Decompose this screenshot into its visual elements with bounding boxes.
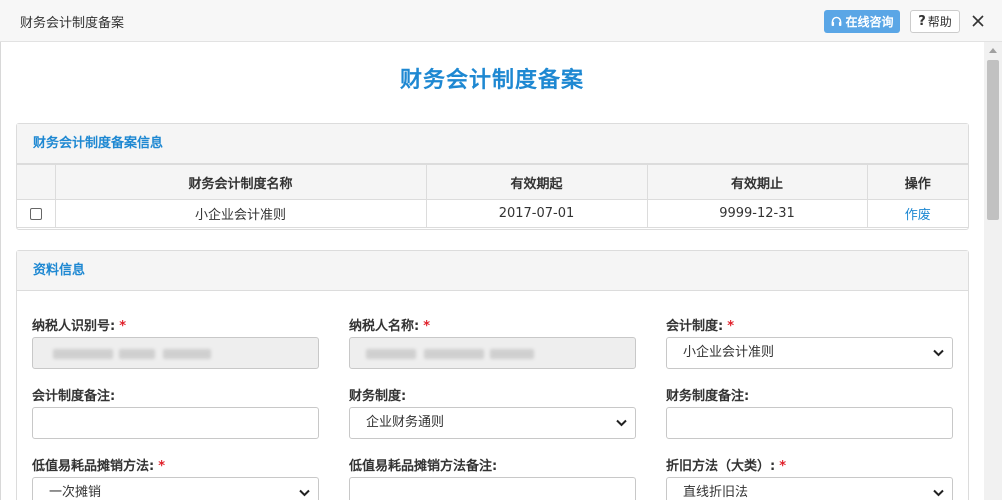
taxpayer-name-label-text: 纳税人名称:	[349, 319, 420, 334]
table-row: 小企业会计准则 2017-07-01 9999-12-31 作废	[17, 199, 968, 228]
finance-system-select[interactable]: 企业财务通则	[349, 407, 636, 439]
accounting-system-label: 会计制度: *	[666, 315, 734, 334]
redacted-value	[53, 349, 113, 359]
accounting-note-label: 会计制度备注:	[32, 389, 116, 404]
column-header-action: 操作	[866, 164, 968, 200]
column-header-end: 有效期止	[646, 164, 868, 200]
taxpayer-id-label: 纳税人识别号: *	[32, 315, 126, 334]
required-marker: *	[779, 459, 787, 474]
column-header-start: 有效期起	[425, 164, 648, 200]
chevron-down-icon	[933, 489, 944, 497]
help-label: 帮助	[927, 15, 952, 29]
page-title: 财务会计制度备案	[399, 68, 584, 93]
required-marker: *	[423, 319, 431, 334]
info-panel-title: 资料信息	[17, 251, 968, 291]
low-value-method-label: 低值易耗品摊销方法: *	[32, 455, 165, 474]
taxpayer-id-label-text: 纳税人识别号:	[32, 319, 116, 334]
finance-note-label: 财务制度备注:	[666, 389, 750, 404]
records-table: 财务会计制度名称 有效期起 有效期止 操作 小企业会计准则 2017-07-01…	[17, 164, 968, 228]
window-left-border	[0, 42, 1, 500]
required-marker: *	[727, 319, 735, 334]
required-marker: *	[158, 459, 166, 474]
close-button[interactable]	[968, 11, 988, 31]
redacted-value	[424, 349, 484, 359]
low-value-method-select[interactable]: 一次摊销	[32, 477, 319, 500]
depreciation-method-label: 折旧方法（大类）: *	[666, 455, 786, 474]
question-icon: ?	[918, 14, 926, 29]
depreciation-method-value: 直线折旧法	[683, 485, 749, 500]
accounting-system-value: 小企业会计准则	[683, 345, 775, 360]
accounting-system-select[interactable]: 小企业会计准则	[666, 337, 953, 369]
headset-icon	[832, 16, 842, 26]
depreciation-method-label-text: 折旧方法（大类）:	[666, 459, 776, 474]
finance-system-value: 企业财务通则	[366, 415, 445, 430]
accounting-system-label-text: 会计制度:	[666, 319, 724, 334]
column-header-name: 财务会计制度名称	[54, 164, 427, 200]
online-consult-label: 在线咨询	[845, 15, 894, 29]
vertical-scrollbar[interactable]	[984, 42, 1002, 500]
online-consult-button[interactable]: 在线咨询	[824, 10, 900, 33]
taxpayer-name-field[interactable]	[349, 337, 636, 369]
column-header-select	[17, 164, 56, 200]
low-value-method-value: 一次摊销	[49, 485, 102, 500]
finance-system-label: 财务制度:	[349, 389, 407, 404]
redacted-value	[366, 349, 416, 359]
finance-note-input[interactable]	[666, 407, 953, 439]
scroll-up-icon[interactable]	[989, 48, 997, 53]
window-titlebar: 财务会计制度备案 在线咨询 ? 帮助	[0, 0, 1002, 42]
chevron-down-icon	[933, 349, 944, 357]
row-select-cell	[17, 199, 56, 228]
chevron-down-icon	[616, 419, 627, 427]
redacted-value	[490, 349, 534, 359]
low-value-method-label-text: 低值易耗品摊销方法:	[32, 459, 155, 474]
low-value-note-label: 低值易耗品摊销方法备注:	[349, 459, 498, 474]
taxpayer-id-field[interactable]	[32, 337, 319, 369]
accounting-note-input[interactable]	[32, 407, 319, 439]
row-start-date: 2017-07-01	[425, 199, 648, 228]
row-checkbox[interactable]	[29, 207, 42, 220]
table-header-row: 财务会计制度名称 有效期起 有效期止 操作	[17, 164, 968, 200]
low-value-note-input[interactable]	[349, 477, 636, 500]
records-panel: 财务会计制度备案信息 财务会计制度名称 有效期起 有效期止 操作 小企业会计准则…	[16, 123, 969, 230]
redacted-value	[163, 349, 211, 359]
close-icon	[972, 15, 984, 27]
row-action-cell: 作废	[866, 199, 968, 228]
required-marker: *	[119, 319, 127, 334]
depreciation-method-select[interactable]: 直线折旧法	[666, 477, 953, 500]
redacted-value	[119, 349, 155, 359]
row-name: 小企业会计准则	[54, 199, 427, 228]
taxpayer-name-label: 纳税人名称: *	[349, 315, 430, 334]
records-panel-title: 财务会计制度备案信息	[17, 124, 968, 164]
window-title: 财务会计制度备案	[20, 16, 125, 31]
help-button[interactable]: ? 帮助	[910, 10, 960, 33]
row-end-date: 9999-12-31	[646, 199, 868, 228]
scrollbar-thumb[interactable]	[987, 60, 999, 220]
void-link[interactable]: 作废	[905, 208, 931, 223]
chevron-down-icon	[299, 489, 310, 497]
